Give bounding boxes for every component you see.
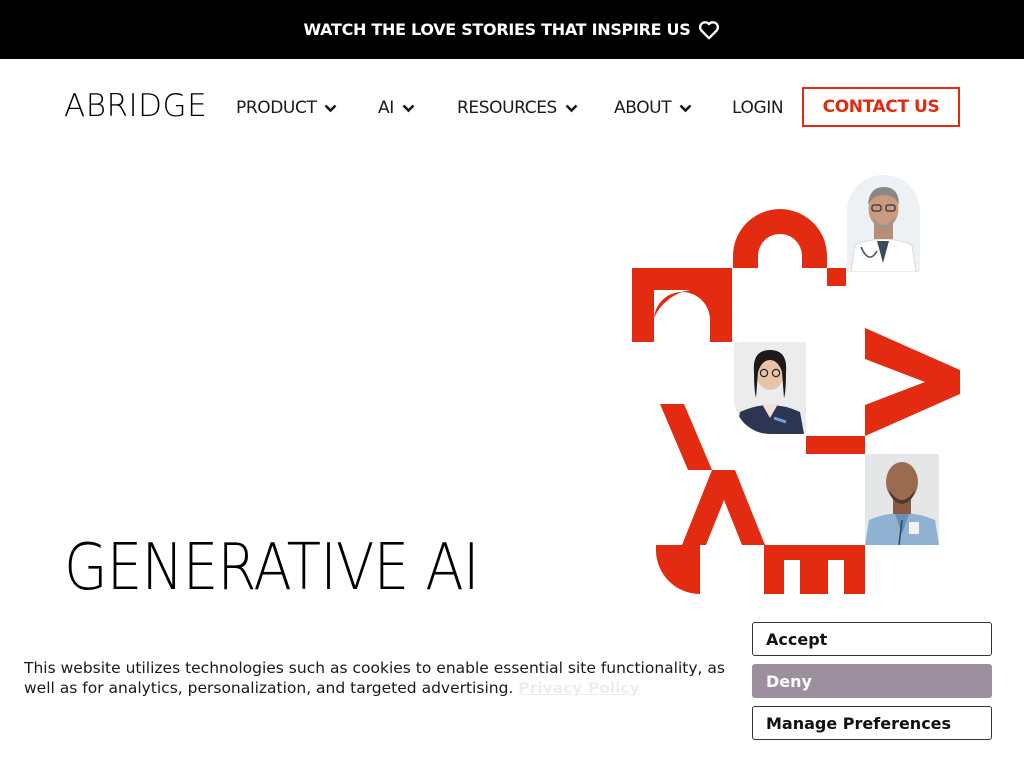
nav-resources[interactable]: RESOURCES bbox=[457, 96, 578, 120]
hero-title: GENERATIVE AI bbox=[64, 531, 480, 605]
heart-outline-icon bbox=[698, 20, 720, 40]
announcement-text: WATCH THE LOVE STORIES THAT INSPIRE US bbox=[303, 20, 691, 39]
contact-us-button[interactable]: CONTACT US bbox=[802, 87, 960, 127]
nav-resources-label: RESOURCES bbox=[457, 98, 557, 118]
chevron-down-icon bbox=[565, 104, 578, 113]
nurse-portrait bbox=[734, 342, 806, 434]
privacy-policy-link[interactable]: Privacy Policy bbox=[518, 679, 640, 697]
cookie-banner-text: This website utilizes technologies such … bbox=[24, 658, 744, 698]
hero-artwork bbox=[628, 170, 968, 594]
nav-about-label: ABOUT bbox=[614, 98, 672, 118]
chevron-down-icon bbox=[324, 104, 337, 113]
nav-product-label: PRODUCT bbox=[236, 98, 317, 118]
physician-portrait bbox=[865, 454, 939, 545]
nav-login-label: LOGIN bbox=[732, 98, 784, 118]
nav-login[interactable]: LOGIN bbox=[732, 96, 784, 120]
nav-ai-label: AI bbox=[378, 98, 394, 118]
manage-preferences-button[interactable]: Manage Preferences bbox=[752, 706, 992, 740]
nav-product[interactable]: PRODUCT bbox=[236, 96, 337, 120]
nav-about[interactable]: ABOUT bbox=[614, 96, 692, 120]
chevron-down-icon bbox=[402, 104, 415, 113]
doctor-portrait bbox=[847, 175, 920, 272]
accept-cookies-button[interactable]: Accept bbox=[752, 622, 992, 656]
chevron-down-icon bbox=[679, 104, 692, 113]
deny-cookies-button[interactable]: Deny bbox=[752, 664, 992, 698]
nav-ai[interactable]: AI bbox=[378, 96, 415, 120]
abridge-logo[interactable]: ABRIDGE bbox=[64, 88, 207, 124]
announcement-bar[interactable]: WATCH THE LOVE STORIES THAT INSPIRE US bbox=[0, 0, 1024, 59]
